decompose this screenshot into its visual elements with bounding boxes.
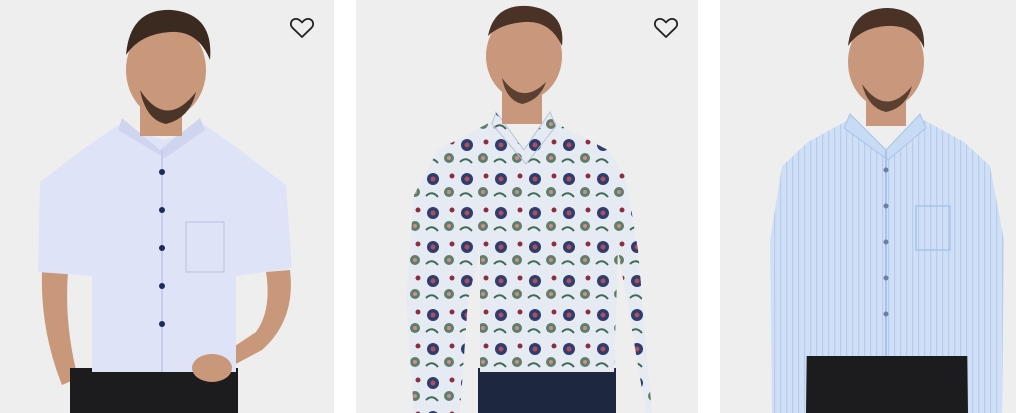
- heart-outline-icon: [290, 17, 314, 38]
- heart-outline-icon: [654, 17, 678, 38]
- product-grid: [0, 0, 1016, 413]
- product-card-3[interactable]: [720, 0, 1016, 413]
- product-card-1[interactable]: [0, 0, 334, 413]
- wishlist-button-1[interactable]: [288, 14, 316, 42]
- product-image-3[interactable]: [720, 0, 1016, 413]
- product-image-1[interactable]: [0, 0, 334, 413]
- product-card-2[interactable]: [356, 0, 698, 413]
- product-image-2[interactable]: [356, 0, 698, 413]
- wishlist-button-2[interactable]: [652, 14, 680, 42]
